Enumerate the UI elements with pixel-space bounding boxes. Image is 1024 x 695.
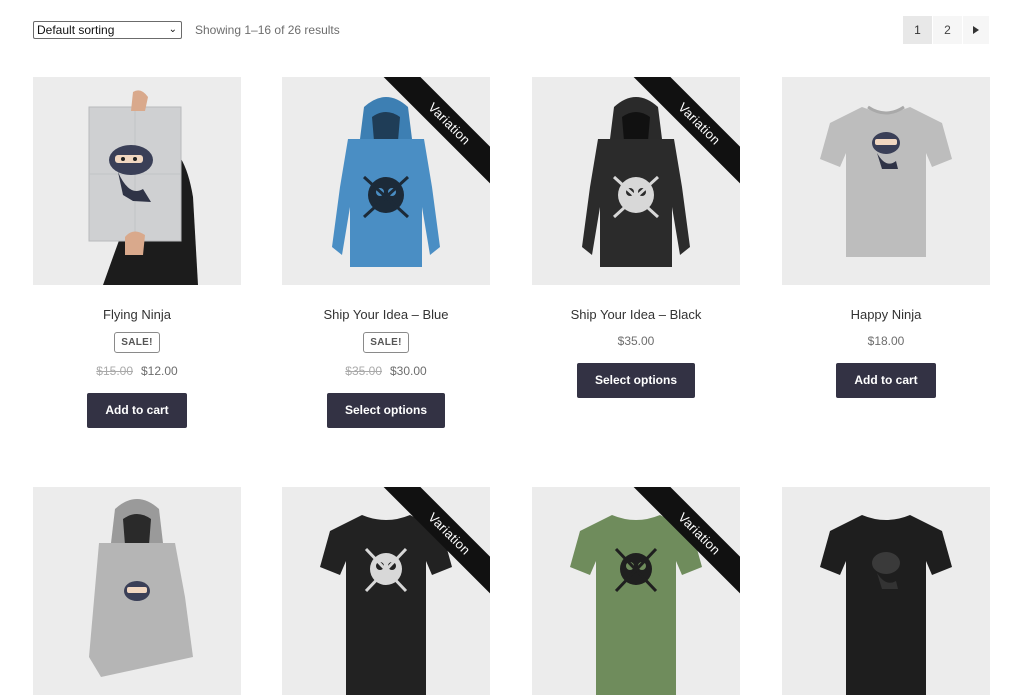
sale-price: $30.00: [390, 364, 427, 378]
product-title[interactable]: Ship Your Idea – Black: [532, 307, 740, 323]
tshirt-image: [282, 487, 490, 695]
hoodie-image: [33, 487, 241, 695]
product-card: Happy Ninja $18.00 Add to cart: [782, 77, 990, 398]
sale-badge: SALE!: [363, 332, 409, 353]
product-price: $35.00 $30.00: [282, 364, 490, 378]
product-price: $15.00 $12.00: [33, 364, 241, 378]
product-image[interactable]: Variation: [532, 77, 740, 285]
add-to-cart-button[interactable]: Add to cart: [87, 393, 187, 428]
caret-right-icon: [973, 26, 979, 34]
page-2-link[interactable]: 2: [933, 16, 962, 44]
add-to-cart-button[interactable]: Add to cart: [836, 363, 936, 398]
product-image[interactable]: [33, 487, 241, 695]
product-title[interactable]: Ship Your Idea – Blue: [282, 307, 490, 323]
hoodie-image: [282, 77, 490, 285]
original-price: $35.00: [345, 364, 382, 378]
product-card: Variation: [532, 487, 740, 695]
tshirt-image: [782, 487, 990, 695]
select-options-button[interactable]: Select options: [576, 363, 695, 398]
product-card: [33, 487, 241, 695]
product-price: $35.00: [617, 334, 655, 348]
sale-price: $12.00: [141, 364, 178, 378]
product-card: Flying Ninja SALE! $15.00 $12.00 Add to c…: [33, 77, 241, 428]
sort-select[interactable]: Default sorting ⌄: [33, 21, 182, 39]
next-page-button[interactable]: [963, 16, 989, 44]
page-1-link[interactable]: 1: [903, 16, 932, 44]
sale-badge: SALE!: [114, 332, 160, 353]
product-title[interactable]: Flying Ninja: [33, 307, 241, 323]
tshirt-image: [532, 487, 740, 695]
product-image[interactable]: [33, 77, 241, 285]
product-price: $18.00: [867, 334, 905, 348]
chevron-down-icon: ⌄: [168, 24, 177, 35]
product-image[interactable]: Variation: [282, 77, 490, 285]
product-card: Variation Ship Your Idea – Blue SALE! $3…: [282, 77, 490, 428]
select-options-button[interactable]: Select options: [326, 393, 445, 428]
original-price: $15.00: [96, 364, 133, 378]
tshirt-image: [782, 77, 990, 285]
product-image[interactable]: Variation: [282, 487, 490, 695]
sort-select-value: Default sorting: [37, 23, 115, 37]
hoodie-image: [532, 77, 740, 285]
product-image[interactable]: [782, 77, 990, 285]
product-card: Variation: [282, 487, 490, 695]
poster-image: [33, 77, 241, 285]
product-title[interactable]: Happy Ninja: [782, 307, 990, 323]
result-count: Showing 1–16 of 26 results: [195, 23, 340, 37]
product-image[interactable]: [782, 487, 990, 695]
product-card: Variation Ship Your Idea – Black $35.00 …: [532, 77, 740, 398]
product-card: [782, 487, 990, 695]
pagination: 1 2: [903, 16, 989, 44]
product-image[interactable]: Variation: [532, 487, 740, 695]
